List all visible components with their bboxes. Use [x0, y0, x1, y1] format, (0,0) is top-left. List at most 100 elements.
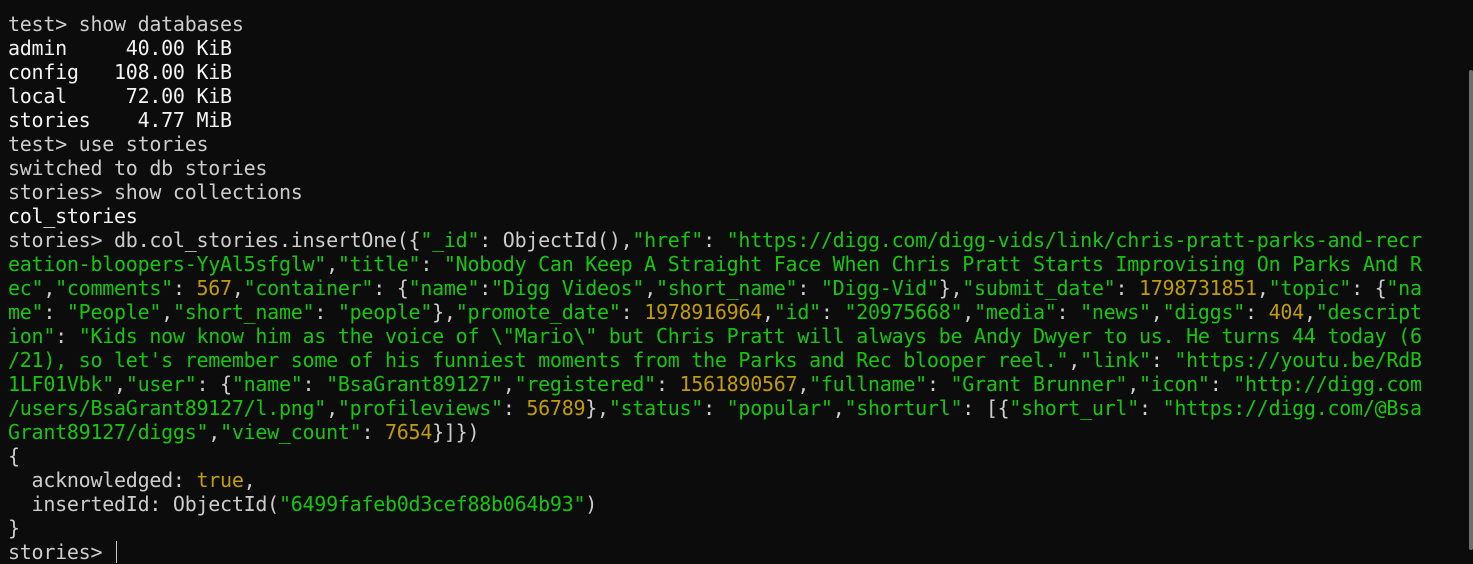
text-segment: eation-bloopers-YyAl5sfglw"	[8, 252, 327, 276]
output-line: ec","comments": 567,"container": {"name"…	[8, 276, 1473, 300]
text-segment: insertedId: ObjectId(	[8, 492, 280, 516]
output-line: ion": "Kids now know him as the voice of…	[8, 324, 1473, 348]
text-segment: :	[1115, 276, 1139, 300]
text-segment: "diggs"	[1162, 300, 1246, 324]
text-segment: :	[1139, 396, 1163, 420]
text-segment: },	[432, 300, 456, 324]
text-segment: :	[55, 324, 79, 348]
text-segment: ,	[1256, 276, 1269, 300]
text-segment: }]})	[432, 420, 480, 444]
text-segment: ,	[962, 300, 975, 324]
text-segment: "id"	[773, 300, 821, 324]
text-segment: :	[1209, 372, 1234, 396]
text-segment: "20975668"	[844, 300, 963, 324]
scrollbar-thumb[interactable]	[1469, 70, 1473, 550]
text-segment: :	[502, 396, 527, 420]
text-segment: "short_name"	[172, 300, 315, 324]
prompt-line[interactable]: stories>	[8, 540, 1473, 564]
text-segment: col_stories	[8, 204, 138, 228]
text-segment: "Grant Brunner"	[950, 372, 1128, 396]
output-line: switched to db stories	[8, 156, 1473, 180]
text-segment: config 108.00 KiB	[8, 60, 232, 84]
output-line: admin 40.00 KiB	[8, 36, 1473, 60]
output-line: test> show databases	[8, 12, 1473, 36]
text-segment: "descript	[1315, 300, 1422, 324]
output-line: 1LF01Vbk","user": {"name": "BsaGrant8912…	[8, 372, 1473, 396]
text-segment: ,	[326, 396, 338, 420]
text-segment: switched to db stories	[8, 156, 268, 180]
text-segment: "link"	[1080, 348, 1151, 372]
text-segment: test> use stories	[8, 132, 209, 156]
output-line: col_stories	[8, 204, 1473, 228]
text-segment: : {	[373, 276, 409, 300]
text-segment: "media"	[974, 300, 1057, 324]
text-segment: :	[479, 276, 492, 300]
text-segment: "BsaGrant89127"	[326, 372, 503, 396]
output-line: local 72.00 KiB	[8, 84, 1473, 108]
text-segment: :	[1150, 348, 1175, 372]
text-segment: ,	[1127, 372, 1139, 396]
text-segment: "http://digg.com	[1233, 372, 1422, 396]
text-segment: ,	[832, 396, 845, 420]
text-segment: "https://digg.com/digg-vids/link/chris-p…	[726, 228, 1422, 252]
terminal-window[interactable]: test> show databases admin 40.00 KiB confi…	[0, 0, 1473, 564]
output-line: }	[8, 516, 1473, 540]
text-segment: : [{	[962, 396, 1010, 420]
text-segment: "name"	[231, 372, 303, 396]
text-segment: local 72.00 KiB	[8, 84, 232, 108]
output-line: config 108.00 KiB	[8, 60, 1473, 84]
text-segment: "_id"	[420, 228, 480, 252]
text-segment: }	[8, 516, 20, 540]
output-line: stories> show collections	[8, 180, 1473, 204]
text-segment: },	[938, 276, 963, 300]
text-segment: ,	[762, 300, 774, 324]
text-segment: /21), so let's remember some of his funn…	[8, 348, 1069, 372]
text-segment: "Digg Videos"	[491, 276, 645, 300]
text-segment: ,	[1303, 300, 1316, 324]
text-cursor	[116, 541, 118, 563]
text-segment: "na	[1386, 276, 1422, 300]
text-segment: :	[1245, 300, 1269, 324]
text-segment: 404	[1268, 300, 1305, 324]
text-segment: : {	[1351, 276, 1387, 300]
text-segment: 1561890567	[679, 372, 798, 396]
text-segment: :	[797, 276, 821, 300]
text-segment: :	[420, 252, 444, 276]
text-segment: :	[172, 276, 197, 300]
text-segment: )	[585, 492, 598, 516]
text-segment: "6499fafeb0d3cef88b064b93"	[278, 492, 586, 516]
text-segment: "registered"	[514, 372, 657, 396]
text-segment: me"	[8, 300, 44, 324]
text-segment: "name"	[408, 276, 480, 300]
text-segment: "status"	[608, 396, 704, 420]
text-segment: ion"	[8, 324, 56, 348]
text-segment: /users/BsaGrant89127/l.png"	[8, 396, 327, 420]
output-line: stories 4.77 MiB	[8, 108, 1473, 132]
text-segment: "icon"	[1139, 372, 1210, 396]
text-segment: ,	[243, 468, 256, 492]
text-segment: "profileviews"	[337, 396, 503, 420]
text-segment: : ObjectId(),	[479, 228, 633, 252]
text-segment: "short_name"	[655, 276, 798, 300]
text-segment: :	[655, 372, 680, 396]
text-segment: "submit_date"	[962, 276, 1116, 300]
text-segment: 7654	[385, 420, 433, 444]
text-segment: "topic"	[1268, 276, 1352, 300]
text-segment: true	[196, 468, 244, 492]
text-segment: {	[8, 444, 20, 468]
text-segment: "news"	[1080, 300, 1151, 324]
text-segment: "view_count"	[220, 420, 362, 444]
text-segment: "https://youtu.be/RdB	[1174, 348, 1422, 372]
text-segment: :	[703, 228, 727, 252]
text-segment: "Kids now know him as the voice of \"Mar…	[78, 324, 1422, 348]
shell-prompt: stories>	[8, 540, 115, 564]
text-segment: :	[43, 300, 67, 324]
text-segment: admin 40.00 KiB	[8, 36, 232, 60]
text-segment: stories> db.col_stories.insertOne({	[8, 228, 421, 252]
text-segment: :	[926, 372, 951, 396]
text-segment: 567	[196, 276, 233, 300]
text-segment: :	[302, 372, 327, 396]
output-line: {	[8, 444, 1473, 468]
text-segment: ec"	[8, 276, 44, 300]
text-segment: 1798731851	[1139, 276, 1257, 300]
